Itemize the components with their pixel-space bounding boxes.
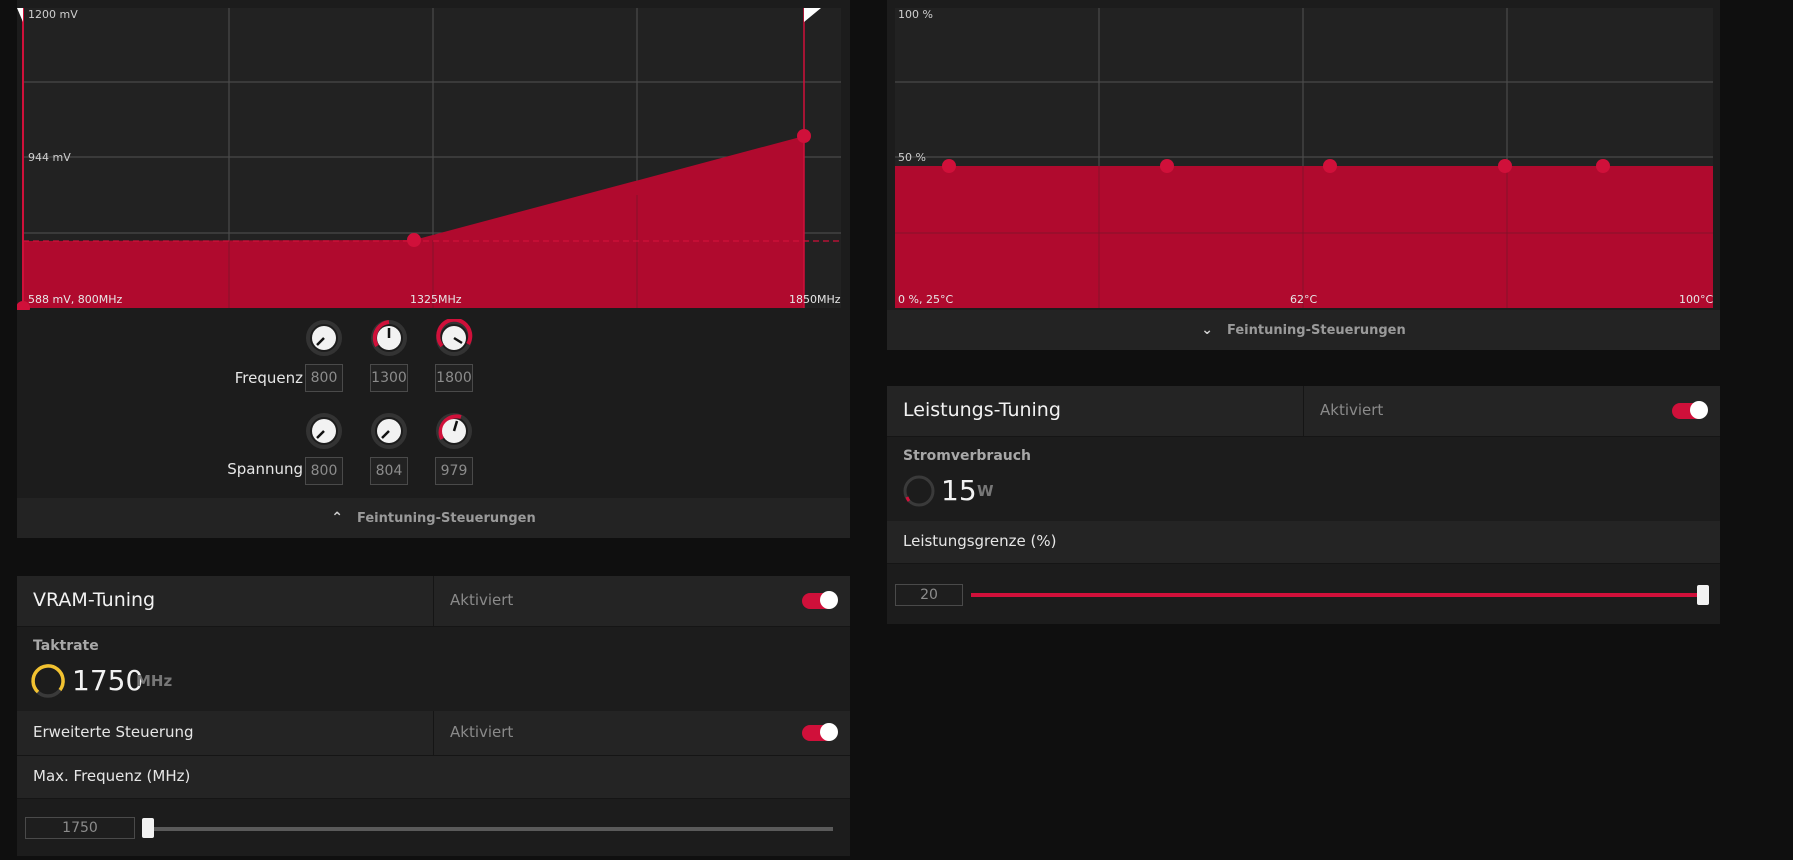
power-gauge-icon	[903, 475, 935, 507]
volt-knob-1[interactable]	[305, 412, 343, 450]
fan-point-1[interactable]	[942, 159, 956, 173]
power-limit-track[interactable]	[971, 593, 1703, 597]
y-label-mid: 944 mV	[28, 151, 71, 164]
power-tuning-header: Leistungs-Tuning Aktiviert	[887, 386, 1720, 437]
vram-tuning-title: VRAM-Tuning	[33, 589, 156, 611]
power-tuning-title: Leistungs-Tuning	[903, 399, 1061, 421]
advanced-divider	[433, 711, 434, 755]
max-freq-track[interactable]	[147, 827, 833, 831]
advanced-control-label: Erweiterte Steuerung	[33, 723, 194, 741]
clock-label: Taktrate	[33, 638, 99, 654]
curve-point-mid[interactable]	[407, 233, 421, 247]
vram-tuning-status: Aktiviert	[450, 591, 514, 609]
min-flag[interactable]	[17, 8, 23, 22]
max-freq-thumb[interactable]	[142, 818, 154, 838]
vram-tuning-header: VRAM-Tuning Aktiviert	[17, 576, 850, 627]
vram-tuning-panel: VRAM-Tuning Aktiviert Taktrate 1750 MHz …	[17, 576, 850, 856]
fan-x-label-start: 0 %, 25°C	[898, 293, 953, 306]
clock-value: 1750	[72, 664, 144, 697]
finetune-toggle-right[interactable]: ⌄ Feintuning-Steuerungen	[887, 310, 1720, 350]
fan-y-label-top: 100 %	[898, 8, 933, 21]
fan-curve-chart[interactable]: 100 % 50 % 0 %, 25°C 62°C 100°C	[887, 0, 1720, 310]
fan-x-label-mid: 62°C	[1290, 293, 1317, 306]
freq-input-1[interactable]: 800	[305, 364, 343, 392]
freq-input-2[interactable]: 1300	[370, 364, 408, 392]
power-limit-input[interactable]: 20	[895, 584, 963, 606]
fan-y-label-mid: 50 %	[898, 151, 926, 164]
fan-x-label-end: 100°C	[1679, 293, 1713, 306]
power-tuning-panel: Leistungs-Tuning Aktiviert Stromverbrauc…	[887, 386, 1720, 624]
freq-knob-2[interactable]	[370, 319, 408, 357]
fan-curve-area	[895, 166, 1713, 308]
consumption-unit: W	[977, 482, 994, 500]
freq-voltage-chart[interactable]: 1200 mV 944 mV 588 mV, 800MHz 1325MHz 18…	[17, 0, 850, 310]
x-label-mid: 1325MHz	[410, 293, 462, 306]
vram-tuning-toggle[interactable]	[802, 591, 838, 609]
finetune-label: Feintuning-Steuerungen	[356, 511, 536, 526]
fan-point-2[interactable]	[1160, 159, 1174, 173]
freq-knob-3[interactable]	[435, 319, 473, 357]
voltage-row-label: Spannung	[227, 460, 303, 478]
vram-header-divider	[433, 576, 434, 626]
max-freq-input[interactable]: 1750	[25, 817, 135, 839]
freq-input-3[interactable]: 1800	[435, 364, 473, 392]
max-freq-label: Max. Frequenz (MHz)	[33, 767, 191, 785]
consumption-value: 15	[941, 474, 977, 507]
fan-point-5[interactable]	[1596, 159, 1610, 173]
x-label-start: 588 mV, 800MHz	[28, 293, 122, 306]
advanced-control-row: Erweiterte Steuerung Aktiviert	[17, 711, 850, 756]
advanced-control-status: Aktiviert	[450, 723, 514, 741]
clock-unit: MHz	[136, 672, 173, 690]
consumption-label: Stromverbrauch	[903, 448, 1032, 464]
chevron-up-icon: ⌃	[331, 510, 343, 526]
power-limit-label: Leistungsgrenze (%)	[903, 532, 1057, 550]
curve-point-max[interactable]	[797, 129, 811, 143]
volt-input-2[interactable]: 804	[370, 457, 408, 485]
finetune-toggle-left[interactable]: ⌃ Feintuning-Steuerungen	[17, 498, 850, 538]
y-label-top: 1200 mV	[28, 8, 78, 21]
max-freq-row: Max. Frequenz (MHz)	[17, 756, 850, 799]
chevron-down-icon: ⌄	[1201, 322, 1213, 338]
x-label-end: 1850MHz	[789, 293, 841, 306]
volt-knob-2[interactable]	[370, 412, 408, 450]
fan-curve-panel: 100 % 50 % 0 %, 25°C 62°C 100°C ⌄ Feintun…	[887, 0, 1720, 350]
freq-knob-1[interactable]	[305, 319, 343, 357]
volt-input-3[interactable]: 979	[435, 457, 473, 485]
freq-voltage-panel: 1200 mV 944 mV 588 mV, 800MHz 1325MHz 18…	[17, 0, 850, 538]
power-tuning-status: Aktiviert	[1320, 401, 1384, 419]
clock-gauge-icon	[31, 664, 65, 698]
advanced-control-toggle[interactable]	[802, 723, 838, 741]
power-limit-header: Leistungsgrenze (%)	[887, 521, 1720, 564]
frequency-row-label: Frequenz	[234, 369, 303, 387]
power-tuning-toggle[interactable]	[1672, 401, 1708, 419]
fan-point-4[interactable]	[1498, 159, 1512, 173]
volt-knob-3[interactable]	[435, 412, 473, 450]
finetune-label-right: Feintuning-Steuerungen	[1226, 323, 1406, 338]
volt-input-1[interactable]: 800	[305, 457, 343, 485]
fan-point-3[interactable]	[1323, 159, 1337, 173]
header-divider	[1303, 386, 1304, 436]
power-limit-thumb[interactable]	[1697, 585, 1709, 605]
